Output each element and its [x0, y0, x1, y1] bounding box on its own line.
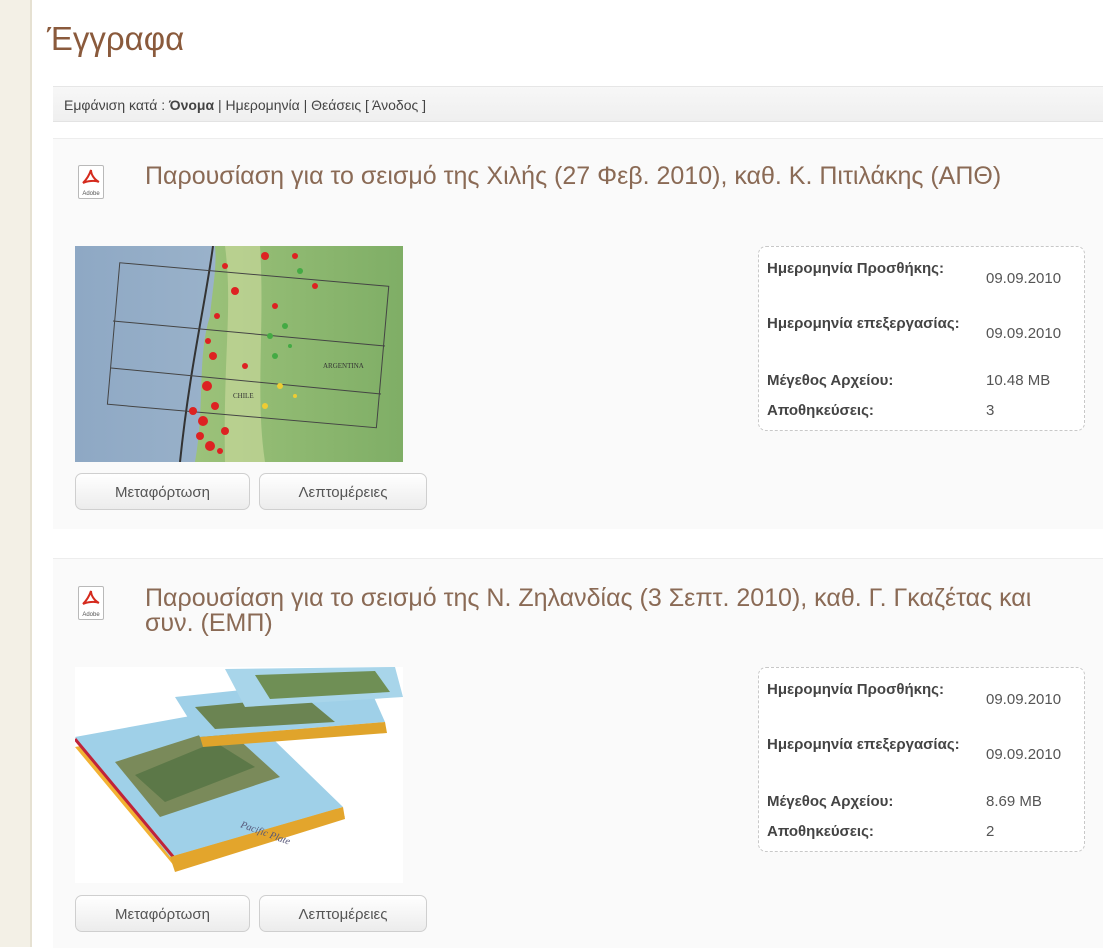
file-size-value: 10.48 MB	[986, 372, 1051, 389]
details-button[interactable]: Λεπτομέρειες	[259, 895, 427, 932]
page-title: Έγγραφα	[47, 20, 185, 57]
document-info-box: Ημερομηνία Προσθήκης: 09.09.2010 Ημερομη…	[758, 667, 1085, 852]
download-button[interactable]: Μεταφόρτωση	[75, 895, 250, 932]
map-label-chile: CHILE	[233, 392, 254, 400]
details-button[interactable]: Λεπτομέρειες	[259, 473, 427, 510]
date-modified-value: 09.09.2010	[986, 325, 1062, 342]
date-modified-value: 09.09.2010	[986, 746, 1062, 763]
left-rail-divider	[30, 0, 32, 947]
date-modified-label: Ημερομηνία επεξεργασίας:	[767, 315, 960, 332]
date-added-value: 09.09.2010	[986, 691, 1062, 708]
sort-order-link[interactable]: [ Άνοδος ]	[365, 97, 426, 113]
document-item: Adobe Παρουσίαση για το σεισμό της Χιλής…	[53, 138, 1103, 529]
file-size-label: Μέγεθος Αρχείου:	[767, 793, 894, 810]
pdf-icon: Adobe	[78, 165, 104, 199]
adobe-label: Adobe	[82, 612, 100, 618]
date-added-value: 09.09.2010	[986, 270, 1062, 287]
adobe-label: Adobe	[82, 191, 100, 197]
sort-bar: Εμφάνιση κατά : Όνομα | Ημερομηνία | Θεά…	[53, 86, 1103, 122]
sort-by-views-link[interactable]: Θεάσεις	[311, 97, 361, 113]
pdf-icon: Adobe	[78, 586, 104, 620]
document-title-link[interactable]: Παρουσίαση για το σεισμό της Χιλής (27 Φ…	[145, 164, 1085, 189]
document-item: Adobe Παρουσίαση για το σεισμό της Ν. Ζη…	[53, 558, 1103, 948]
file-size-label: Μέγεθος Αρχείου:	[767, 372, 894, 389]
adobe-pdf-symbol	[82, 169, 100, 184]
sort-separator: |	[303, 97, 308, 113]
download-button[interactable]: Μεταφόρτωση	[75, 473, 250, 510]
document-title-link[interactable]: Παρουσίαση για το σεισμό της Ν. Ζηλανδία…	[145, 586, 1085, 636]
new-zealand-plates-image: Pacific Plate	[75, 667, 403, 883]
date-added-label: Ημερομηνία Προσθήκης:	[767, 681, 944, 698]
left-rail	[0, 0, 30, 947]
adobe-pdf-symbol	[82, 590, 100, 605]
chile-map-image: ARGENTINA CHILE	[75, 246, 403, 462]
date-modified-label: Ημερομηνία επεξεργασίας:	[767, 736, 960, 753]
sort-prefix: Εμφάνιση κατά :	[64, 97, 166, 113]
document-thumbnail[interactable]: Pacific Plate	[75, 667, 403, 883]
sort-separator: |	[217, 97, 222, 113]
document-info-box: Ημερομηνία Προσθήκης: 09.09.2010 Ημερομη…	[758, 246, 1085, 431]
downloads-label: Αποθηκεύσεις:	[767, 823, 874, 840]
downloads-value: 2	[986, 823, 995, 840]
sort-by-name-link[interactable]: Όνομα	[169, 97, 214, 113]
map-label-argentina: ARGENTINA	[323, 362, 364, 370]
downloads-value: 3	[986, 402, 995, 419]
date-added-label: Ημερομηνία Προσθήκης:	[767, 260, 944, 277]
document-thumbnail[interactable]: ARGENTINA CHILE	[75, 246, 403, 462]
file-size-value: 8.69 MB	[986, 793, 1042, 810]
downloads-label: Αποθηκεύσεις:	[767, 402, 874, 419]
sort-by-date-link[interactable]: Ημερομηνία	[226, 97, 300, 113]
